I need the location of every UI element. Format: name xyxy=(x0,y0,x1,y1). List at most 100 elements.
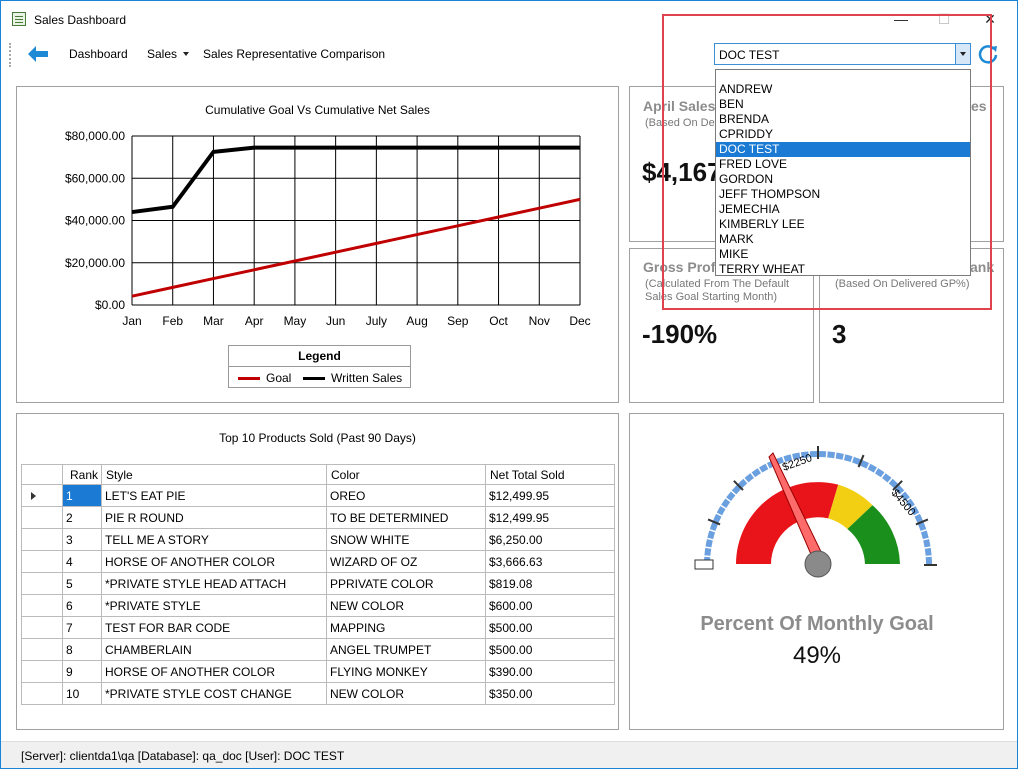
x-tick-label: Apr xyxy=(245,314,264,328)
cell-color[interactable]: NEW COLOR xyxy=(326,682,486,705)
cell-net-total[interactable]: $12,499.95 xyxy=(485,506,615,529)
cell-net-total[interactable]: $390.00 xyxy=(485,660,615,683)
cell-rank[interactable]: 4 xyxy=(62,550,102,573)
cell-color[interactable]: ANGEL TRUMPET xyxy=(326,638,486,661)
x-tick-label: May xyxy=(284,314,307,328)
cell-style[interactable]: *PRIVATE STYLE COST CHANGE xyxy=(101,682,327,705)
gauge-percent-value: 49% xyxy=(792,642,842,669)
cell-net-total[interactable]: $600.00 xyxy=(485,594,615,617)
series-line-written-sales xyxy=(131,145,580,215)
table-row[interactable]: 6 *PRIVATE STYLE NEW COLOR $600.00 xyxy=(21,594,615,617)
cell-rank[interactable]: 8 xyxy=(62,638,102,661)
cell-net-total[interactable]: $350.00 xyxy=(485,682,615,705)
cell-net-total[interactable]: $500.00 xyxy=(485,638,615,661)
row-header[interactable] xyxy=(21,550,63,573)
sales-dashboard-window: Sales Dashboard — ☐ ✕ Dashboard Sales Sa… xyxy=(0,0,1018,769)
table-row[interactable]: 1 LET'S EAT PIE OREO $12,499.95 xyxy=(21,484,615,507)
x-tick-label: Oct xyxy=(489,314,508,328)
table-row[interactable]: 5 *PRIVATE STYLE HEAD ATTACH PPRIVATE COLO… xyxy=(21,572,615,595)
cell-net-total[interactable]: $6,250.00 xyxy=(485,528,615,551)
chart-legend: Legend Goal Written Sales xyxy=(228,345,411,388)
legend-label-written-sales: Written Sales xyxy=(331,371,403,385)
cell-net-total[interactable]: $3,666.63 xyxy=(485,550,615,573)
cell-rank[interactable]: 6 xyxy=(62,594,102,617)
row-header[interactable] xyxy=(21,682,63,705)
row-header[interactable] xyxy=(21,484,63,507)
cell-color[interactable]: TO BE DETERMINED xyxy=(326,506,486,529)
table-row[interactable]: 2 PIE R ROUND TO BE DETERMINED $12,499.95 xyxy=(21,506,615,529)
table-row[interactable]: 4 HORSE OF ANOTHER COLOR WIZARD OF OZ $3,66… xyxy=(21,550,615,573)
status-bar: [Server]: clientda1\qa [Database]: qa_do… xyxy=(1,741,1017,768)
sales-rep-comparison-label: Sales Representative Comparison xyxy=(203,47,386,61)
current-row-arrow-icon xyxy=(31,492,36,500)
gauge-title: Percent Of Monthly Goal xyxy=(700,613,934,635)
cell-rank[interactable]: 7 xyxy=(62,616,102,639)
top-products-table[interactable]: Rank Style Color Net Total Sold 1 LET'S E… xyxy=(21,464,615,705)
cell-color[interactable]: SNOW WHITE xyxy=(326,528,486,551)
toolbar-grip[interactable] xyxy=(9,43,11,67)
cell-style[interactable]: HORSE OF ANOTHER COLOR xyxy=(101,550,327,573)
row-header[interactable] xyxy=(21,528,63,551)
cell-rank[interactable]: 10 xyxy=(62,682,102,705)
x-tick-label: Feb xyxy=(162,314,183,328)
cell-rank[interactable]: 3 xyxy=(62,528,102,551)
cell-color[interactable]: OREO xyxy=(326,484,486,507)
cell-color[interactable]: FLYING MONKEY xyxy=(326,660,486,683)
table-row[interactable]: 7 TEST FOR BAR CODE MAPPING $500.00 xyxy=(21,616,615,639)
legend-label-goal: Goal xyxy=(266,371,292,385)
legend-title: Legend xyxy=(298,349,341,363)
gauge-tick xyxy=(702,555,713,558)
column-header-net-total-sold[interactable]: Net Total Sold xyxy=(485,464,615,485)
y-tick-label: $60,000.00 xyxy=(65,171,125,185)
column-header-style[interactable]: Style xyxy=(101,464,327,485)
cell-rank[interactable]: 2 xyxy=(62,506,102,529)
app-chart-icon xyxy=(12,12,26,26)
row-header[interactable] xyxy=(21,572,63,595)
table-row[interactable]: 9 HORSE OF ANOTHER COLOR FLYING MONKEY $390… xyxy=(21,660,615,683)
cell-style[interactable]: HORSE OF ANOTHER COLOR xyxy=(101,660,327,683)
row-header[interactable] xyxy=(21,616,63,639)
row-header[interactable] xyxy=(21,594,63,617)
gross-profit-value: -190% xyxy=(642,319,718,349)
legend-item-written-sales: Written Sales xyxy=(303,371,402,385)
y-tick-label: $80,000.00 xyxy=(65,129,125,143)
column-header-color[interactable]: Color xyxy=(326,464,486,485)
y-tick-label: $0.00 xyxy=(95,298,125,312)
x-tick-label: Jan xyxy=(122,314,141,328)
cell-style[interactable]: *PRIVATE STYLE xyxy=(101,594,327,617)
cell-style[interactable]: LET'S EAT PIE xyxy=(101,484,327,507)
cell-net-total[interactable]: $819.08 xyxy=(485,572,615,595)
table-row[interactable]: 8 CHAMBERLAIN ANGEL TRUMPET $500.00 xyxy=(21,638,615,661)
cell-color[interactable]: WIZARD OF OZ xyxy=(326,550,486,573)
sales-menu[interactable]: Sales xyxy=(147,47,177,61)
back-arrow-icon[interactable] xyxy=(27,45,49,63)
column-header-rank[interactable]: Rank xyxy=(62,464,102,485)
window-title: Sales Dashboard xyxy=(34,13,127,27)
series-line-goal xyxy=(131,197,581,298)
cell-net-total[interactable]: $12,499.95 xyxy=(485,484,615,507)
cell-style[interactable]: CHAMBERLAIN xyxy=(101,638,327,661)
cell-rank[interactable]: 9 xyxy=(62,660,102,683)
row-header[interactable] xyxy=(21,660,63,683)
cell-rank[interactable]: 5 xyxy=(62,572,102,595)
cell-style[interactable]: PIE R ROUND xyxy=(101,506,327,529)
table-row[interactable]: 3 TELL ME A STORY SNOW WHITE $6,250.00 xyxy=(21,528,615,551)
dashboard-menu[interactable]: Dashboard xyxy=(69,47,128,61)
cell-style[interactable]: TEST FOR BAR CODE xyxy=(101,616,327,639)
table-row[interactable]: 10 *PRIVATE STYLE COST CHANGE NEW COLOR $35… xyxy=(21,682,615,705)
cell-style[interactable]: TELL ME A STORY xyxy=(101,528,327,551)
row-header[interactable] xyxy=(21,638,63,661)
cell-style[interactable]: *PRIVATE STYLE HEAD ATTACH xyxy=(101,572,327,595)
table-header-row: Rank Style Color Net Total Sold xyxy=(21,464,615,485)
cell-color[interactable]: NEW COLOR xyxy=(326,594,486,617)
rank-value: 3 xyxy=(832,319,847,349)
x-tick-label: Sep xyxy=(447,314,469,328)
legend-swatch-written-sales xyxy=(303,376,325,380)
row-header[interactable] xyxy=(21,506,63,529)
cell-color[interactable]: PPRIVATE COLOR xyxy=(326,572,486,595)
cell-net-total[interactable]: $500.00 xyxy=(485,616,615,639)
cell-color[interactable]: MAPPING xyxy=(326,616,486,639)
cell-rank[interactable]: 1 xyxy=(62,484,102,507)
sales-dropdown-caret-icon[interactable] xyxy=(183,52,189,56)
x-tick-label: July xyxy=(366,314,387,328)
